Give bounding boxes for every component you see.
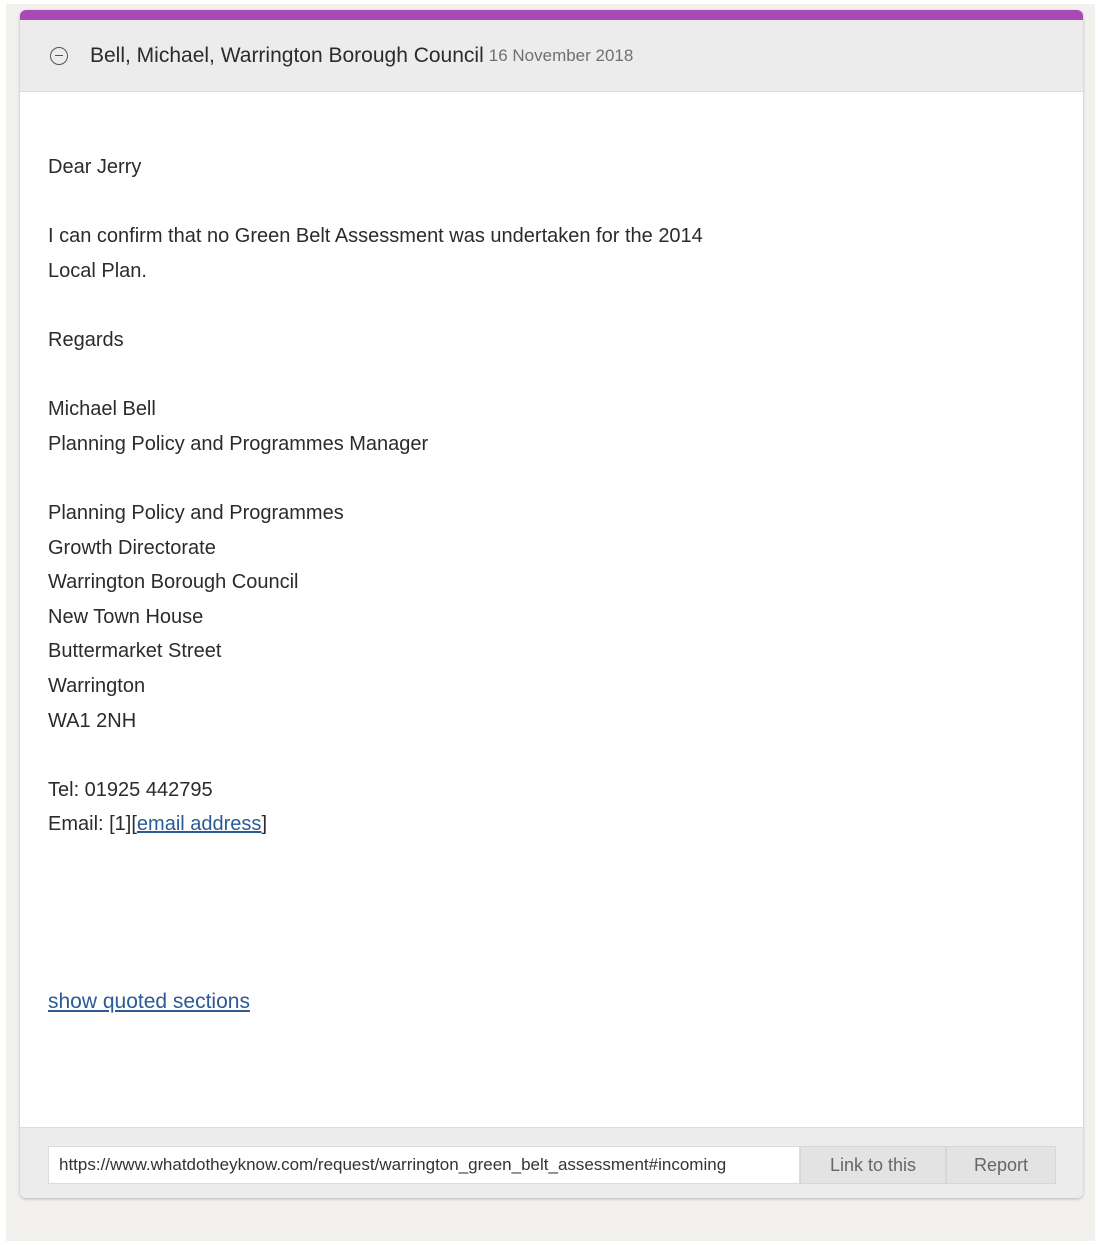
signature-name: Michael Bell	[48, 398, 156, 421]
body-line: Local Plan.	[48, 259, 147, 282]
signature: Michael Bell Planning Policy and Program…	[48, 392, 1083, 461]
message-header: Bell, Michael, Warrington Borough Counci…	[20, 20, 1083, 92]
address-line: Warrington Borough Council	[48, 571, 299, 594]
email-suffix: ]	[261, 813, 267, 836]
signature-title: Planning Policy and Programmes Manager	[48, 432, 429, 455]
message-date: 16 November 2018	[488, 45, 634, 65]
contact-tel: Tel: 01925 442795	[48, 778, 213, 801]
body-paragraph: I can confirm that no Green Belt Assessm…	[48, 219, 1083, 288]
address-line: WA1 2NH	[48, 709, 137, 732]
email-address-link[interactable]: email address	[137, 813, 262, 835]
address-line: Warrington	[48, 674, 146, 697]
correspondence-card: Bell, Michael, Warrington Borough Counci…	[20, 10, 1083, 1198]
address-line: Planning Policy and Programmes	[48, 501, 344, 524]
contact-block: Tel: 01925 442795 Email: [1][email addre…	[48, 773, 1083, 842]
permalink-url-field[interactable]	[48, 1146, 800, 1184]
sender-name: Bell, Michael, Warrington Borough Counci…	[90, 43, 484, 67]
message-body: Dear Jerry I can confirm that no Green B…	[20, 92, 1083, 842]
body-line: I can confirm that no Green Belt Assessm…	[48, 225, 703, 248]
sign-off: Regards	[48, 328, 124, 351]
address-line: Growth Directorate	[48, 536, 216, 559]
report-button[interactable]: Report	[946, 1146, 1056, 1184]
message-footer: Link to this Report	[20, 1127, 1083, 1198]
accent-bar	[20, 10, 1083, 20]
link-to-this-button[interactable]: Link to this	[800, 1146, 946, 1184]
address-line: Buttermarket Street	[48, 640, 222, 663]
contact-email: Email: [1][email address]	[48, 807, 1083, 842]
show-quoted-sections-link[interactable]: show quoted sections	[48, 990, 250, 1014]
collapse-icon[interactable]	[50, 46, 68, 65]
address-line: New Town House	[48, 605, 204, 628]
email-prefix: Email: [1][	[48, 813, 137, 836]
address-block: Planning Policy and Programmes Growth Di…	[48, 496, 1083, 738]
greeting: Dear Jerry	[48, 156, 142, 178]
